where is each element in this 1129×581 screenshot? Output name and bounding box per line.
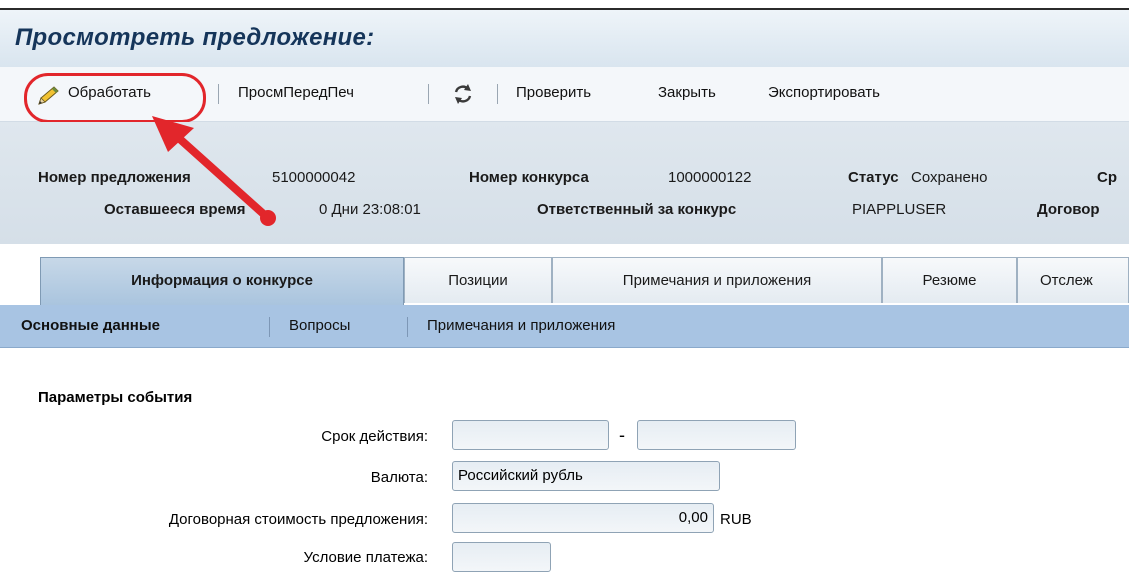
annotation-arrow-icon (152, 116, 276, 226)
